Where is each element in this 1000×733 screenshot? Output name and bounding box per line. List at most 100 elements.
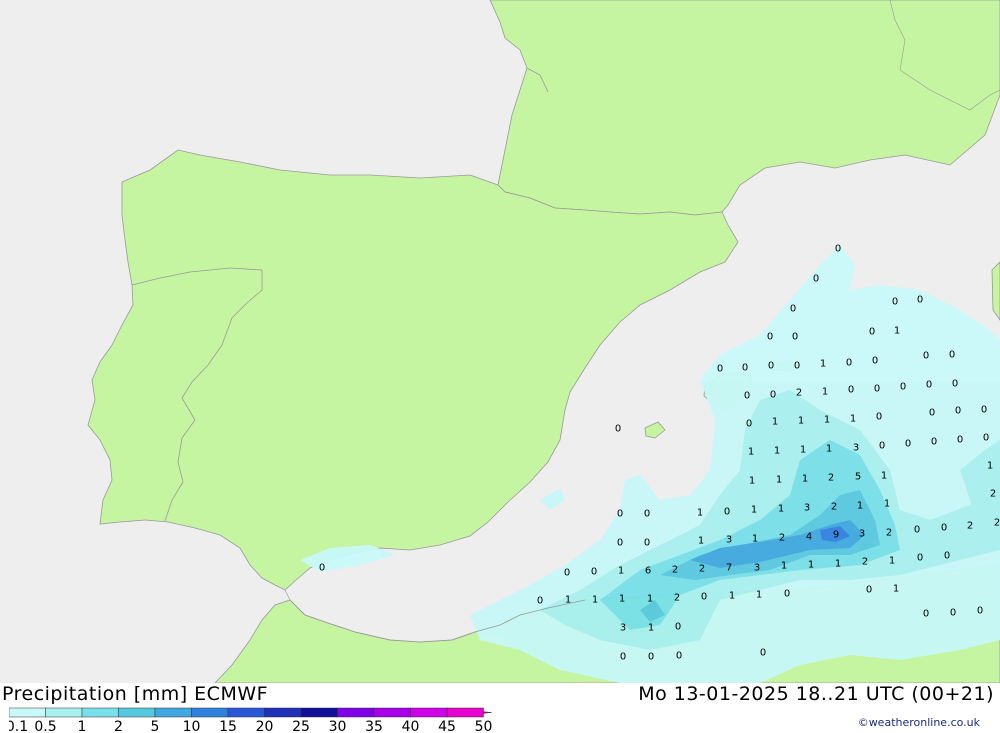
precip-value: 0 bbox=[717, 364, 723, 375]
precip-value: 0 bbox=[768, 361, 774, 372]
precip-value: 4 bbox=[806, 532, 812, 543]
precip-value: 0 bbox=[760, 648, 766, 659]
precip-value: 1 bbox=[776, 475, 782, 486]
precip-value: 1 bbox=[697, 508, 703, 519]
precip-value: 0 bbox=[917, 553, 923, 564]
precip-value: 0 bbox=[835, 244, 841, 255]
precip-value: 1 bbox=[698, 536, 704, 547]
precip-value: 1 bbox=[857, 501, 863, 512]
scale-label: 30 bbox=[329, 719, 347, 733]
precip-value: 0 bbox=[790, 304, 796, 315]
precip-value: 0 bbox=[794, 361, 800, 372]
precip-value: 1 bbox=[592, 595, 598, 606]
scale-swatch bbox=[118, 707, 156, 718]
precip-value: 0 bbox=[591, 567, 597, 578]
precip-value: 0 bbox=[900, 382, 906, 393]
precip-value: 0 bbox=[767, 332, 773, 343]
precip-value: 1 bbox=[894, 326, 900, 337]
scale-label: 0.1 bbox=[9, 719, 28, 733]
scale-label: 1 bbox=[78, 719, 87, 733]
precip-value: 0 bbox=[617, 509, 623, 520]
precip-value: 0 bbox=[981, 405, 987, 416]
scale-swatch bbox=[45, 707, 83, 718]
precip-value: 1 bbox=[802, 474, 808, 485]
precip-value: 1 bbox=[647, 594, 653, 605]
precip-value: 0 bbox=[879, 441, 885, 452]
precip-value: 0 bbox=[620, 652, 626, 663]
precip-value: 0 bbox=[923, 351, 929, 362]
precip-value: 1 bbox=[752, 534, 758, 545]
map-footer: Precipitation [mm] ECMWF Mo 13-01-2025 1… bbox=[0, 683, 1000, 733]
precip-value: 2 bbox=[699, 564, 705, 575]
precip-value: 2 bbox=[862, 557, 868, 568]
precip-value: 0 bbox=[923, 609, 929, 620]
precip-value: 1 bbox=[881, 471, 887, 482]
scale-swatch bbox=[227, 707, 265, 718]
scale-swatch bbox=[446, 707, 484, 718]
precip-value: 0 bbox=[917, 295, 923, 306]
precip-value: 3 bbox=[804, 503, 810, 514]
precip-value: 0 bbox=[983, 433, 989, 444]
precip-value: 1 bbox=[648, 623, 654, 634]
precip-value: 0 bbox=[746, 419, 752, 430]
precip-value: 0 bbox=[742, 363, 748, 374]
precip-value: 0 bbox=[914, 525, 920, 536]
scale-label: 2 bbox=[114, 719, 123, 733]
scale-label: 20 bbox=[256, 719, 274, 733]
scale-label: 50 bbox=[475, 719, 493, 733]
precip-value: 0 bbox=[846, 358, 852, 369]
precip-value: 2 bbox=[672, 565, 678, 576]
precip-value: 1 bbox=[772, 417, 778, 428]
precip-value: 0 bbox=[977, 606, 983, 617]
color-scale-legend: 0.1 0.5 1 2 5 10 15 20 25 30 35 40 45 50 bbox=[9, 707, 493, 733]
precip-value: 0 bbox=[952, 379, 958, 390]
precip-value: 1 bbox=[987, 461, 993, 472]
precip-value: 0 bbox=[675, 622, 681, 633]
precip-value: 0 bbox=[926, 380, 932, 391]
precip-value: 1 bbox=[749, 476, 755, 487]
precip-value: 2 bbox=[828, 473, 834, 484]
precip-value: 0 bbox=[744, 391, 750, 402]
precip-value: 1 bbox=[884, 499, 890, 510]
precip-value: 0 bbox=[866, 585, 872, 596]
precip-value: 3 bbox=[754, 563, 760, 574]
precip-value: 0 bbox=[872, 356, 878, 367]
precip-value: 9 bbox=[833, 530, 839, 541]
precip-value: 1 bbox=[820, 359, 826, 370]
precip-value: 0 bbox=[617, 538, 623, 549]
precip-value: 0 bbox=[644, 538, 650, 549]
precip-value: 0 bbox=[929, 408, 935, 419]
precip-value: 0 bbox=[848, 385, 854, 396]
precip-value: 0 bbox=[949, 350, 955, 361]
precip-value: 0 bbox=[876, 412, 882, 423]
precip-value: 3 bbox=[853, 443, 859, 454]
precip-value: 0 bbox=[950, 608, 956, 619]
precip-value: 1 bbox=[565, 595, 571, 606]
valid-time: Mo 13-01-2025 18..21 UTC (00+21) bbox=[638, 683, 994, 705]
product-title: Precipitation [mm] ECMWF bbox=[2, 683, 269, 705]
precip-value: 0 bbox=[564, 568, 570, 579]
precip-value: 1 bbox=[893, 584, 899, 595]
precip-value: 1 bbox=[756, 590, 762, 601]
precip-value: 2 bbox=[831, 502, 837, 513]
scale-label: 0.5 bbox=[34, 719, 56, 733]
scale-swatch bbox=[337, 707, 375, 718]
precip-value: 0 bbox=[874, 384, 880, 395]
precip-value: 0 bbox=[892, 297, 898, 308]
precip-value: 0 bbox=[319, 563, 325, 574]
precip-value: 2 bbox=[674, 593, 680, 604]
scale-label: 15 bbox=[219, 719, 237, 733]
scale-swatch bbox=[264, 707, 302, 718]
precip-value: 1 bbox=[835, 559, 841, 570]
precip-value: 0 bbox=[957, 435, 963, 446]
precip-value: 6 bbox=[645, 566, 651, 577]
credit-link[interactable]: ©weatheronline.co.uk bbox=[858, 716, 980, 729]
precip-value: 0 bbox=[784, 589, 790, 600]
scale-swatch bbox=[81, 707, 119, 718]
precip-value: 0 bbox=[615, 424, 621, 435]
precip-value: 7 bbox=[726, 563, 732, 574]
scale-label: 10 bbox=[183, 719, 201, 733]
scale-swatch bbox=[410, 707, 448, 718]
precip-value: 1 bbox=[774, 446, 780, 457]
precip-value: 1 bbox=[751, 505, 757, 516]
